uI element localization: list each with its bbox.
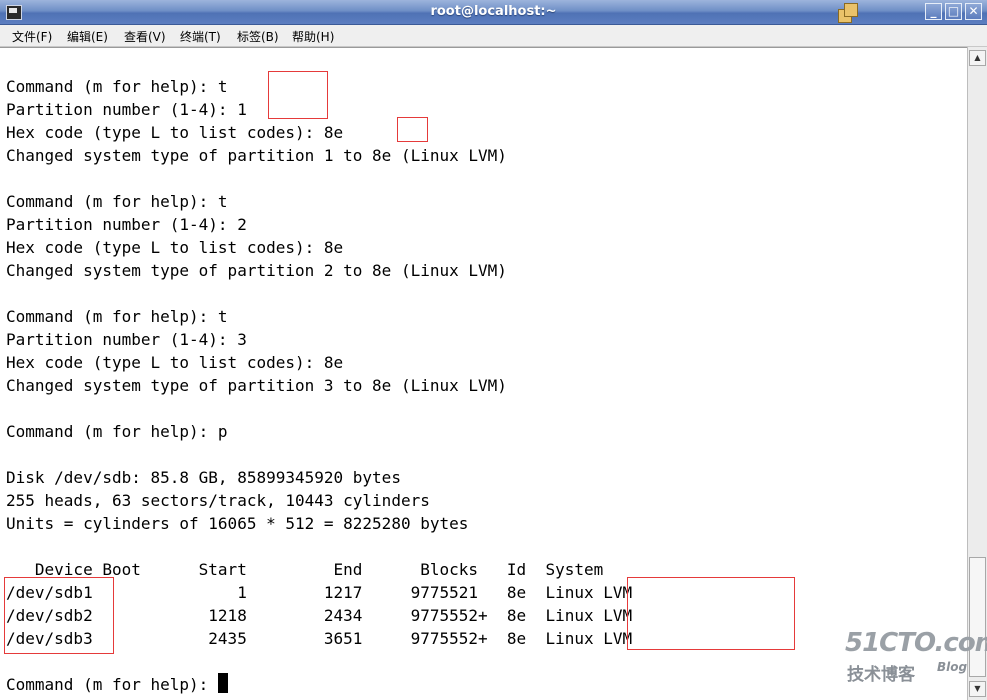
menu-bar: 文件(F) 编辑(E) 查看(V) 终端(T) 标签(B) 帮助(H) [0, 25, 987, 47]
window-titlebar[interactable]: root@localhost:~ _ □ ✕ [0, 0, 987, 25]
terminal-area[interactable]: Command (m for help): t Partition number… [0, 47, 967, 700]
terminal-line: 255 heads, 63 sectors/track, 10443 cylin… [6, 491, 430, 510]
terminal-cursor [217, 673, 228, 693]
terminal-line: Units = cylinders of 16065 * 512 = 82252… [6, 514, 469, 533]
menu-help[interactable]: 帮助(H) [292, 28, 334, 45]
terminal-line: Changed system type of partition 3 to 8e… [6, 376, 507, 395]
highlight-box-devices [4, 577, 114, 654]
terminal-prompt: Command (m for help): [6, 675, 218, 694]
vertical-scrollbar[interactable]: ▲ ▼ [967, 47, 987, 700]
terminal-line: Partition number (1-4): 2 [6, 215, 247, 234]
watermark-label: 技术博客 [847, 665, 915, 685]
terminal-line: Hex code (type L to list codes): 8e [6, 353, 344, 372]
terminal-line: Command (m for help): t [6, 77, 228, 96]
scrollbar-thumb[interactable] [969, 557, 986, 677]
terminal-line: Hex code (type L to list codes): 8e [6, 238, 344, 257]
terminal-line: Partition number (1-4): 3 [6, 330, 247, 349]
scroll-down-arrow-icon[interactable]: ▼ [969, 681, 986, 697]
close-button[interactable]: ✕ [965, 3, 982, 20]
workspace-icon [838, 3, 858, 23]
terminal-line: Command (m for help): t [6, 307, 228, 326]
scroll-up-arrow-icon[interactable]: ▲ [969, 50, 986, 66]
maximize-button[interactable]: □ [945, 3, 962, 20]
watermark-site: 51CTO.com [845, 628, 987, 658]
watermark-blog: Blog [937, 660, 968, 674]
terminal-line: Changed system type of partition 2 to 8e… [6, 261, 507, 280]
highlight-box-hex-code [397, 117, 428, 142]
menu-file[interactable]: 文件(F) [12, 28, 52, 45]
terminal-line: Partition number (1-4): 1 [6, 100, 247, 119]
minimize-button[interactable]: _ [925, 3, 942, 20]
menu-edit[interactable]: 编辑(E) [67, 28, 108, 45]
terminal-line: Disk /dev/sdb: 85.8 GB, 85899345920 byte… [6, 468, 401, 487]
terminal-line: Command (m for help): p [6, 422, 228, 441]
terminal-line: Hex code (type L to list codes): 8e [6, 123, 344, 142]
menu-view[interactable]: 查看(V) [124, 28, 166, 45]
menu-terminal[interactable]: 终端(T) [180, 28, 221, 45]
highlight-box-system-ids [627, 577, 795, 650]
terminal-line: Changed system type of partition 1 to 8e… [6, 146, 507, 165]
terminal-line: Command (m for help): t [6, 192, 228, 211]
highlight-box-command-partition [268, 71, 328, 119]
watermark-logo: 51CTO.com 技术博客 Blog [845, 628, 987, 688]
menu-tabs[interactable]: 标签(B) [237, 28, 279, 45]
